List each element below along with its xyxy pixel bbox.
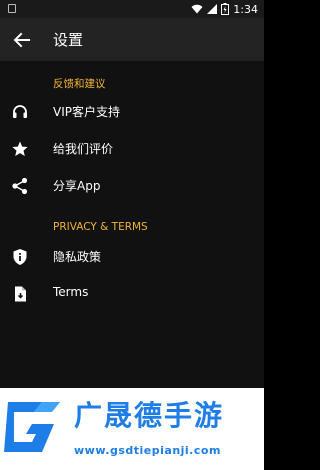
settings-item-share[interactable]: 分享App bbox=[0, 167, 264, 203]
arrow-left-icon[interactable] bbox=[12, 30, 32, 50]
app-bar: 设置 bbox=[0, 18, 264, 61]
settings-item-rate-us[interactable]: 给我们评价 bbox=[0, 130, 264, 166]
signal-icon bbox=[207, 4, 218, 14]
status-bar: 1:34 bbox=[0, 0, 264, 18]
watermark-url: www.gsdtiepianji.com bbox=[74, 444, 221, 457]
watermark-banner: 广晟德手游 www.gsdtiepianji.com bbox=[0, 388, 264, 470]
settings-item-label: 给我们评价 bbox=[53, 142, 114, 156]
document-icon bbox=[15, 286, 26, 302]
section-header-feedback: 反馈和建议 bbox=[53, 78, 106, 90]
settings-item-privacy-policy[interactable]: 隐私政策 bbox=[0, 238, 264, 274]
section-header-privacy: PRIVACY & TERMS bbox=[53, 221, 148, 233]
settings-item-vip-support[interactable]: VIP客户支持 bbox=[0, 93, 264, 129]
battery-icon bbox=[221, 3, 230, 15]
settings-item-label: 分享App bbox=[53, 179, 101, 193]
page-title: 设置 bbox=[53, 31, 84, 49]
share-icon bbox=[12, 177, 28, 195]
watermark-brand: 广晟德手游 bbox=[74, 399, 225, 432]
settings-item-label: 隐私政策 bbox=[53, 250, 102, 264]
shield-icon bbox=[13, 249, 27, 265]
sim-icon bbox=[8, 4, 16, 13]
watermark-logo bbox=[4, 402, 60, 452]
settings-item-terms[interactable]: Terms bbox=[0, 275, 264, 311]
settings-item-label: Terms bbox=[53, 285, 89, 299]
status-time: 1:34 bbox=[233, 2, 258, 16]
star-icon bbox=[12, 141, 28, 156]
wifi-icon bbox=[191, 4, 203, 14]
settings-item-label: VIP客户支持 bbox=[53, 105, 120, 119]
settings-list: 反馈和建议 VIP客户支持 给我们评价 分享App PRIVACY & TERM… bbox=[0, 61, 264, 388]
headset-icon bbox=[13, 105, 27, 118]
